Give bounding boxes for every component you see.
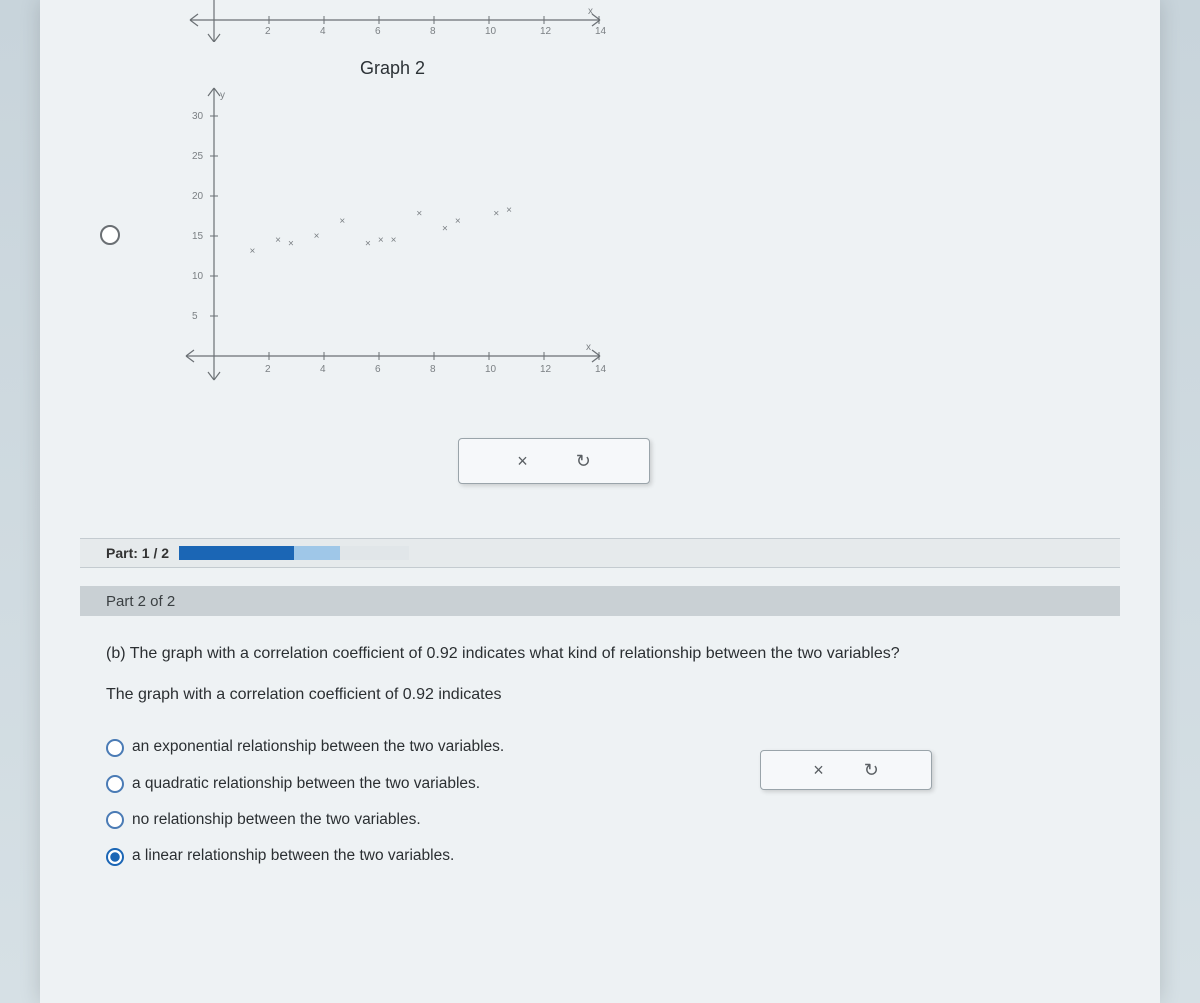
- question-stem: The graph with a correlation coefficient…: [106, 681, 1094, 708]
- svg-text:4: 4: [320, 364, 326, 375]
- question-prompt: (b) The graph with a correlation coeffic…: [106, 640, 1094, 667]
- progress-row: Part: 1 / 2: [80, 538, 1120, 568]
- svg-text:12: 12: [540, 364, 552, 375]
- svg-text:15: 15: [192, 231, 204, 242]
- radio-icon[interactable]: [106, 848, 124, 866]
- clear-icon[interactable]: ×: [813, 760, 824, 781]
- progress-bar: [179, 546, 409, 560]
- answer-toolbar: × ↻: [760, 750, 932, 790]
- option-3[interactable]: a linear relationship between the two va…: [106, 843, 1094, 869]
- svg-text:×: ×: [416, 209, 422, 220]
- progress-label: Part: 1 / 2: [106, 545, 169, 561]
- svg-text:6: 6: [375, 26, 381, 37]
- axis-y-label: y: [220, 90, 225, 101]
- option-0[interactable]: an exponential relationship between the …: [106, 734, 1094, 760]
- option-label: no relationship between the two variable…: [132, 807, 421, 833]
- svg-text:10: 10: [485, 364, 497, 375]
- svg-text:×: ×: [250, 246, 256, 257]
- radio-icon[interactable]: [106, 775, 124, 793]
- reset-icon[interactable]: ↻: [864, 760, 879, 781]
- previous-part-radio[interactable]: [100, 225, 120, 245]
- option-2[interactable]: no relationship between the two variable…: [106, 807, 1094, 833]
- axis-x-label-2: x: [586, 342, 591, 353]
- option-label: an exponential relationship between the …: [132, 734, 504, 760]
- reset-icon[interactable]: ↻: [576, 451, 591, 472]
- part-header: Part 2 of 2: [80, 586, 1120, 616]
- svg-text:5: 5: [192, 311, 198, 322]
- svg-text:×: ×: [275, 235, 281, 246]
- option-label: a quadratic relationship between the two…: [132, 771, 480, 797]
- svg-text:10: 10: [192, 271, 204, 282]
- svg-text:14: 14: [595, 364, 607, 375]
- svg-text:8: 8: [430, 364, 436, 375]
- svg-text:×: ×: [314, 231, 320, 242]
- clear-icon[interactable]: ×: [517, 451, 528, 472]
- svg-text:×: ×: [506, 205, 512, 216]
- radio-icon[interactable]: [106, 811, 124, 829]
- svg-text:×: ×: [493, 209, 499, 220]
- axis-x-label: x: [588, 6, 593, 17]
- svg-text:25: 25: [192, 151, 204, 162]
- svg-text:×: ×: [288, 239, 294, 250]
- svg-text:×: ×: [378, 235, 384, 246]
- svg-text:30: 30: [192, 111, 204, 122]
- radio-icon[interactable]: [106, 739, 124, 757]
- svg-text:20: 20: [192, 191, 204, 202]
- svg-text:14: 14: [595, 26, 607, 37]
- graph-title: Graph 2: [360, 58, 425, 79]
- svg-text:10: 10: [485, 26, 497, 37]
- svg-text:4: 4: [320, 26, 326, 37]
- svg-text:×: ×: [365, 239, 371, 250]
- svg-text:8: 8: [430, 26, 436, 37]
- svg-text:12: 12: [540, 26, 552, 37]
- question-block: (b) The graph with a correlation coeffic…: [106, 640, 1094, 880]
- option-label: a linear relationship between the two va…: [132, 843, 454, 869]
- graph-toolbar: × ↻: [458, 438, 650, 484]
- graph-2-plot: y x 30 25 20 15 10 5 2 4 6 8 10 12 14 × × × × × × × × × × × × ×: [180, 80, 620, 390]
- svg-text:×: ×: [339, 216, 345, 227]
- svg-text:×: ×: [391, 235, 397, 246]
- svg-text:2: 2: [265, 26, 271, 37]
- option-1[interactable]: a quadratic relationship between the two…: [106, 771, 1094, 797]
- svg-text:×: ×: [442, 224, 448, 235]
- axis-top-fragment: 2 4 6 8 10 12 14 x: [180, 0, 620, 42]
- svg-text:2: 2: [265, 364, 271, 375]
- svg-text:×: ×: [455, 216, 461, 227]
- svg-text:6: 6: [375, 364, 381, 375]
